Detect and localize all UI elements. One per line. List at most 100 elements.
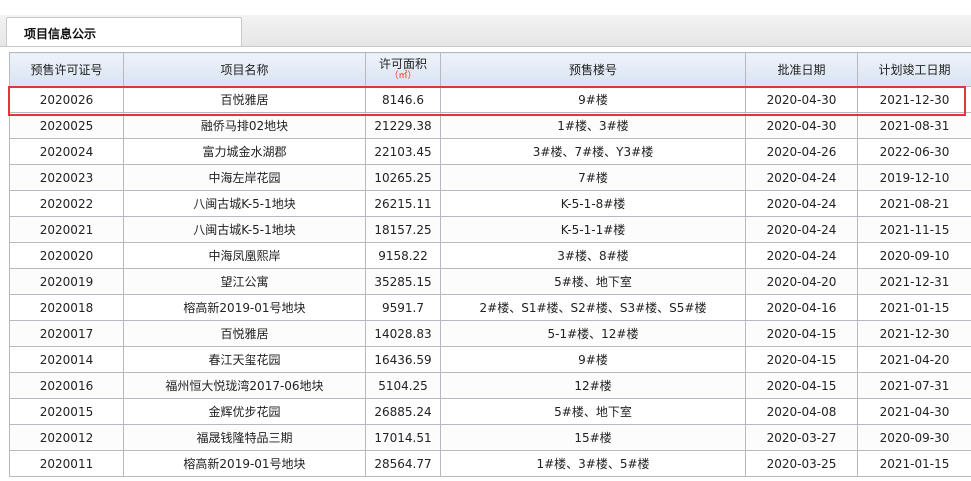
cell-project-name: 榕高新2019-01号地块 [123, 294, 366, 321]
cell-area: 16436.59 [365, 346, 441, 373]
cell-permit-no: 2020024 [9, 138, 124, 165]
cell-permit-no: 2020016 [9, 372, 124, 399]
project-table: 预售许可证号 项目名称 许可面积 （㎡） 预售楼号 批准日期 计划竣工日期 20… [9, 52, 971, 477]
cell-approval-date: 2020-04-30 [745, 86, 858, 113]
tab-label: 项目信息公示 [24, 27, 97, 41]
table-row[interactable]: 2020024 富力城金水湖郡 22103.45 3#楼、7#楼、Y3#楼 2020-0… [9, 138, 971, 165]
table-row[interactable]: 2020014 春江天玺花园 16436.59 9#楼 2020-04-15 2021-0… [9, 346, 971, 373]
cell-approval-date: 2020-04-30 [745, 112, 858, 139]
cell-permit-no: 2020021 [9, 216, 124, 243]
cell-completion-date: 2022-06-30 [857, 138, 971, 165]
cell-approval-date: 2020-04-24 [745, 216, 858, 243]
table-row[interactable]: 2020011 榕高新2019-01号地块 28564.77 1#楼、3#楼、5#楼 2… [9, 450, 971, 477]
cell-permit-no: 2020014 [9, 346, 124, 373]
cell-area: 10265.25 [365, 164, 441, 191]
table-row[interactable]: 2020012 福晟钱隆特品三期 17014.51 15#楼 2020-03-27 202… [9, 424, 971, 451]
cell-area: 14028.83 [365, 320, 441, 347]
cell-completion-date: 2021-08-31 [857, 112, 971, 139]
cell-project-name: 八闽古城K-5-1地块 [123, 190, 366, 217]
cell-completion-date: 2020-09-10 [857, 242, 971, 269]
cell-completion-date: 2021-04-20 [857, 346, 971, 373]
cell-approval-date: 2020-03-25 [745, 450, 858, 477]
cell-area: 17014.51 [365, 424, 441, 451]
cell-completion-date: 2021-12-31 [857, 268, 971, 295]
cell-buildings: 5#楼、地下室 [440, 398, 746, 425]
table-body: 2020026 百悦雅居 8146.6 9#楼 2020-04-30 2021-12-30… [9, 86, 971, 477]
table-row[interactable]: 2020020 中海凤凰熙岸 9158.22 3#楼、8#楼 2020-04-24 202… [9, 242, 971, 269]
cell-completion-date: 2021-01-15 [857, 294, 971, 321]
col-header-area-label: 许可面积 [378, 57, 427, 71]
table-row[interactable]: 2020025 融侨马排02地块 21229.38 1#楼、3#楼 2020-04-30… [9, 112, 971, 139]
col-header-area[interactable]: 许可面积 （㎡） [365, 52, 441, 87]
cell-area: 35285.15 [365, 268, 441, 295]
cell-permit-no: 2020025 [9, 112, 124, 139]
cell-area: 28564.77 [365, 450, 441, 477]
cell-buildings: 9#楼 [440, 86, 746, 113]
cell-approval-date: 2020-04-26 [745, 138, 858, 165]
cell-area: 5104.25 [365, 372, 441, 399]
cell-project-name: 金辉优步花园 [123, 398, 366, 425]
tab-project-info[interactable]: 项目信息公示 [6, 17, 242, 46]
cell-approval-date: 2020-04-16 [745, 294, 858, 321]
cell-area: 8146.6 [365, 86, 441, 113]
cell-project-name: 望江公寓 [123, 268, 366, 295]
table-row[interactable]: 2020016 福州恒大悦珑湾2017-06地块 5104.25 12#楼 2020-0… [9, 372, 971, 399]
cell-project-name: 富力城金水湖郡 [123, 138, 366, 165]
cell-project-name: 百悦雅居 [123, 320, 366, 347]
cell-area: 9591.7 [365, 294, 441, 321]
table-row[interactable]: 2020026 百悦雅居 8146.6 9#楼 2020-04-30 2021-12-30 [9, 86, 971, 113]
table-row[interactable]: 2020021 八闽古城K-5-1地块 18157.25 K-5-1-1#楼 2020-… [9, 216, 971, 243]
cell-project-name: 中海凤凰熙岸 [123, 242, 366, 269]
col-header-approval-date[interactable]: 批准日期 [745, 52, 858, 87]
cell-buildings: 1#楼、3#楼、5#楼 [440, 450, 746, 477]
top-strip [0, 0, 971, 15]
table-row[interactable]: 2020018 榕高新2019-01号地块 9591.7 2#楼、S1#楼、S2#楼、… [9, 294, 971, 321]
cell-project-name: 融侨马排02地块 [123, 112, 366, 139]
cell-buildings: 15#楼 [440, 424, 746, 451]
cell-buildings: 3#楼、7#楼、Y3#楼 [440, 138, 746, 165]
cell-area: 22103.45 [365, 138, 441, 165]
cell-buildings: K-5-1-1#楼 [440, 216, 746, 243]
table-row[interactable]: 2020022 八闽古城K-5-1地块 26215.11 K-5-1-8#楼 2020-… [9, 190, 971, 217]
cell-permit-no: 2020018 [9, 294, 124, 321]
cell-permit-no: 2020011 [9, 450, 124, 477]
cell-permit-no: 2020012 [9, 424, 124, 451]
cell-buildings: 7#楼 [440, 164, 746, 191]
cell-approval-date: 2020-04-08 [745, 398, 858, 425]
project-table-container: 预售许可证号 项目名称 许可面积 （㎡） 预售楼号 批准日期 计划竣工日期 20… [9, 52, 971, 477]
cell-buildings: 12#楼 [440, 372, 746, 399]
cell-project-name: 福州恒大悦珑湾2017-06地块 [123, 372, 366, 399]
col-header-buildings[interactable]: 预售楼号 [440, 52, 746, 87]
table-row[interactable]: 2020023 中海左岸花园 10265.25 7#楼 2020-04-24 2019-1… [9, 164, 971, 191]
col-header-project-name[interactable]: 项目名称 [123, 52, 366, 87]
col-header-area-unit: （㎡） [389, 71, 417, 81]
col-header-completion-date[interactable]: 计划竣工日期 [857, 52, 971, 87]
table-header-row: 预售许可证号 项目名称 许可面积 （㎡） 预售楼号 批准日期 计划竣工日期 [9, 52, 971, 87]
tab-bar: 项目信息公示 [0, 15, 971, 47]
cell-project-name: 百悦雅居 [123, 86, 366, 113]
cell-permit-no: 2020026 [9, 86, 124, 113]
cell-completion-date: 2021-07-31 [857, 372, 971, 399]
cell-buildings: 5#楼、地下室 [440, 268, 746, 295]
cell-approval-date: 2020-04-15 [745, 346, 858, 373]
cell-area: 21229.38 [365, 112, 441, 139]
cell-area: 18157.25 [365, 216, 441, 243]
cell-permit-no: 2020015 [9, 398, 124, 425]
col-header-permit-no[interactable]: 预售许可证号 [9, 52, 124, 87]
cell-completion-date: 2021-12-30 [857, 86, 971, 113]
cell-buildings: 5-1#楼、12#楼 [440, 320, 746, 347]
cell-buildings: 2#楼、S1#楼、S2#楼、S3#楼、S5#楼 [440, 294, 746, 321]
cell-permit-no: 2020023 [9, 164, 124, 191]
cell-approval-date: 2020-04-15 [745, 320, 858, 347]
cell-completion-date: 2020-09-30 [857, 424, 971, 451]
table-row[interactable]: 2020017 百悦雅居 14028.83 5-1#楼、12#楼 2020-04-15 2… [9, 320, 971, 347]
table-row[interactable]: 2020019 望江公寓 35285.15 5#楼、地下室 2020-04-20 2021… [9, 268, 971, 295]
cell-project-name: 春江天玺花园 [123, 346, 366, 373]
table-row[interactable]: 2020015 金辉优步花园 26885.24 5#楼、地下室 2020-04-08 20… [9, 398, 971, 425]
cell-completion-date: 2021-11-15 [857, 216, 971, 243]
cell-area: 26885.24 [365, 398, 441, 425]
cell-approval-date: 2020-04-24 [745, 164, 858, 191]
cell-approval-date: 2020-04-15 [745, 372, 858, 399]
cell-completion-date: 2021-01-15 [857, 450, 971, 477]
cell-approval-date: 2020-04-20 [745, 268, 858, 295]
